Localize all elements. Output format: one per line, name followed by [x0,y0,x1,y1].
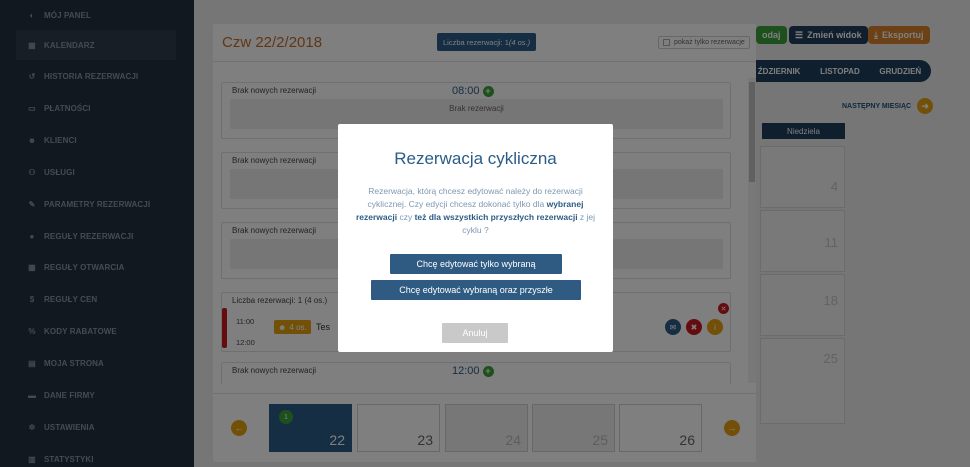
modal-title: Rezerwacja cykliczna [394,149,557,168]
modal-text-bold: też dla wszystkich przyszłych rezerwacji [414,212,578,222]
modal-text: czy [397,212,415,222]
edit-only-selected-button[interactable]: Chcę edytować tylko wybraną [390,254,562,274]
modal-message: Rezerwacja, którą chcesz edytować należy… [352,185,599,237]
cancel-button[interactable]: Anuluj [442,323,508,343]
recurring-reservation-modal: Rezerwacja cykliczna Rezerwacja, którą c… [338,124,613,352]
edit-selected-and-future-button[interactable]: Chcę edytować wybraną oraz przyszłe [371,280,581,300]
